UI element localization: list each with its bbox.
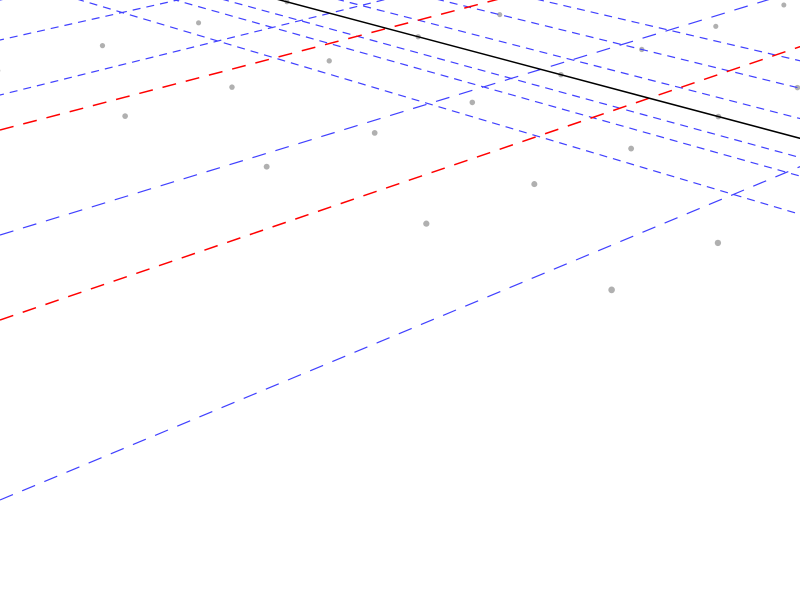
grid-line-right-vp — [0, 0, 800, 600]
grid-line-left-vp — [0, 0, 800, 600]
axis-line-black — [0, 0, 800, 600]
grid-line-right-vp — [0, 0, 800, 600]
grid-dot — [713, 24, 718, 29]
grid-dot — [327, 58, 332, 63]
grid-line-left-vp — [0, 0, 800, 600]
grid-dot — [470, 100, 476, 106]
grid-dot — [122, 113, 128, 119]
grid-dot — [196, 20, 201, 25]
grid-dot — [423, 221, 429, 227]
grid-dot — [372, 130, 378, 136]
grid-dot — [628, 146, 634, 152]
grid-dot — [264, 164, 270, 170]
grid-line-right-vp — [0, 0, 800, 600]
grid-line-left-vp — [0, 0, 800, 600]
grid-line-left-vp — [0, 0, 800, 600]
axis-line-red — [0, 0, 800, 600]
grid-dot — [781, 3, 786, 8]
grid-dot — [715, 240, 721, 246]
perspective-grid-canvas[interactable] — [0, 0, 800, 600]
grid-dot — [229, 84, 235, 90]
grid-line-right-vp — [0, 0, 800, 600]
grid-line-right-vp — [0, 0, 800, 600]
grid-dot — [531, 181, 537, 187]
grid-dot — [608, 287, 615, 294]
grid-line-left-vp — [0, 0, 800, 600]
axis-line-red — [0, 0, 800, 600]
grid-dot — [100, 43, 105, 48]
grid-line-left-vp — [0, 0, 800, 600]
